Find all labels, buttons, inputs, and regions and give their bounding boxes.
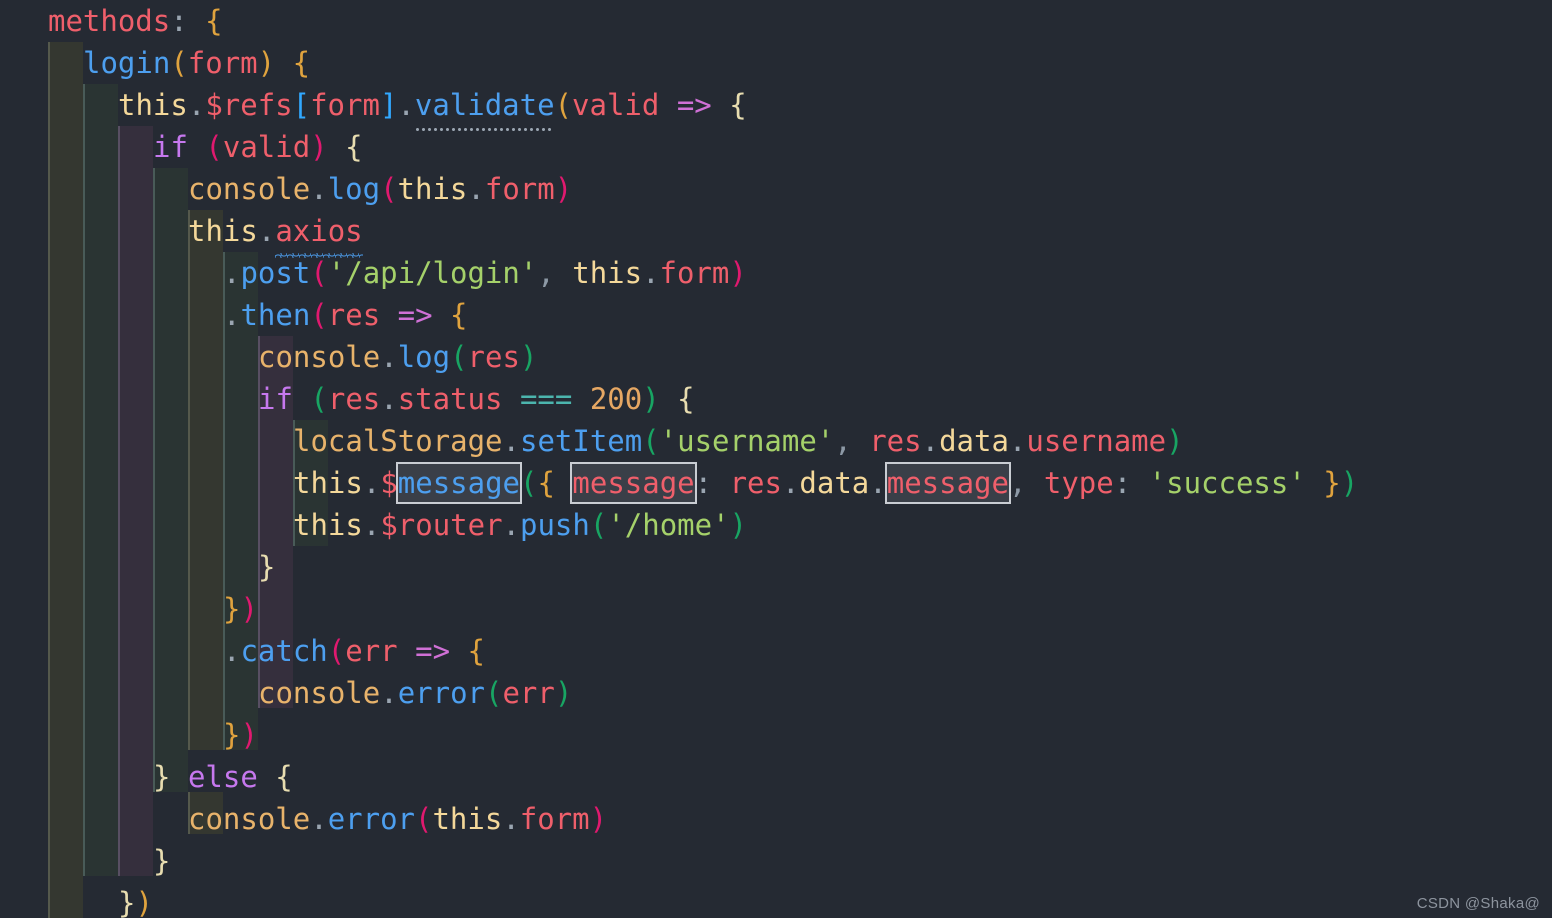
occurrence-highlight-message-3: message xyxy=(884,462,1011,504)
occurrence-highlight-message-2: message xyxy=(570,462,697,504)
indent-guide-level-3 xyxy=(118,126,153,876)
code-line-14: } xyxy=(258,550,276,584)
axios-squiggly-underline: axios xyxy=(275,210,363,258)
code-line-3: this.$refs[form].validate(valid => { xyxy=(118,84,747,131)
code-line-15: }) xyxy=(223,592,258,626)
indent-guide-level-2 xyxy=(83,84,118,876)
code-content[interactable]: methods: { login(form) { this.$refs[form… xyxy=(0,0,1358,918)
code-line-9: console.log(res) xyxy=(258,340,538,374)
code-line-5: console.log(this.form) xyxy=(188,172,573,206)
code-line-19: } else { xyxy=(153,760,293,794)
indent-guide-level-5 xyxy=(188,210,223,750)
validate-dotted-underline: validate xyxy=(415,84,555,131)
indent-guide-level-4 xyxy=(153,168,188,792)
code-line-21: } xyxy=(153,844,171,878)
code-line-8: .then(res => { xyxy=(223,298,468,332)
code-line-6: this.axios xyxy=(188,210,363,258)
code-line-11: localStorage.setItem('username', res.dat… xyxy=(293,424,1184,458)
csdn-watermark: CSDN @Shaka@ xyxy=(1416,895,1540,912)
code-line-1: methods: { xyxy=(48,4,223,38)
code-line-4: if (valid) { xyxy=(153,130,363,164)
code-line-2: login(form) { xyxy=(83,46,311,80)
code-editor-screenshot: methods: { login(form) { this.$refs[form… xyxy=(0,0,1552,918)
code-line-20: console.error(this.form) xyxy=(188,802,608,836)
code-line-10: if (res.status === 200) { xyxy=(258,382,695,416)
code-line-12: this.$message({ message: res.data.messag… xyxy=(293,462,1359,504)
code-line-16: .catch(err => { xyxy=(223,634,485,668)
code-line-17: console.error(err) xyxy=(258,676,573,710)
occurrence-highlight-message-1: message xyxy=(395,462,523,504)
code-line-7: .post('/api/login', this.form) xyxy=(223,256,747,290)
code-line-22: }) xyxy=(118,886,153,918)
code-line-18: }) xyxy=(223,718,258,752)
code-line-13: this.$router.push('/home') xyxy=(293,508,747,542)
